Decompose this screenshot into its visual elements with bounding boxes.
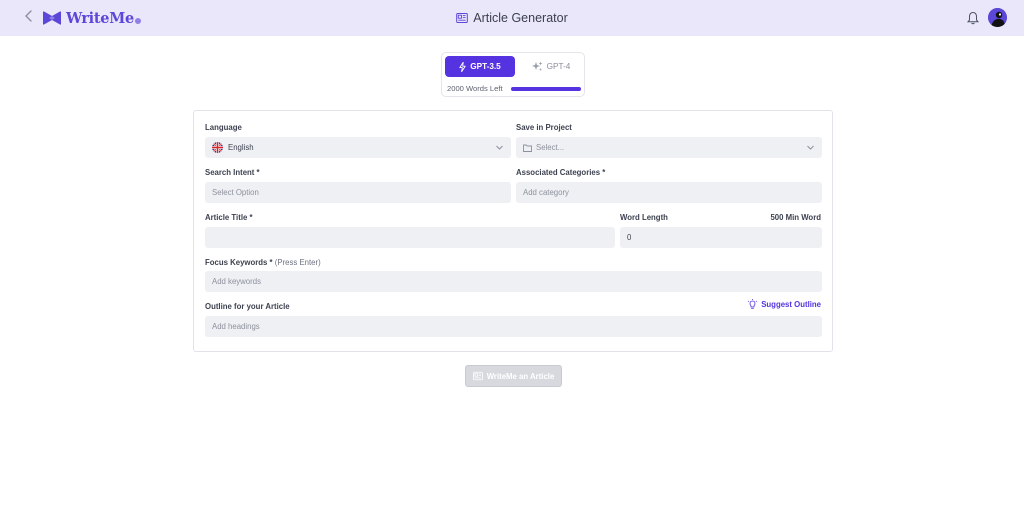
page-title-group: Article Generator	[0, 9, 1024, 27]
lightbulb-icon	[747, 299, 758, 309]
article-form-card: Language English Save in Project Select.…	[193, 110, 833, 352]
bolt-icon	[459, 61, 466, 72]
bell-icon[interactable]	[967, 11, 979, 25]
focus-keywords-placeholder: Add keywords	[212, 277, 261, 286]
tab-gpt-3-5[interactable]: GPT-3.5	[445, 56, 515, 77]
tab-gpt-3-5-label: GPT-3.5	[470, 62, 501, 71]
folder-icon	[523, 144, 532, 152]
words-left-progress-bar	[511, 87, 581, 91]
min-word-note: 500 Min Word	[770, 213, 821, 222]
focus-keywords-label: Focus Keywords * (Press Enter)	[205, 258, 321, 267]
suggest-outline-label: Suggest Outline	[761, 300, 821, 309]
article-icon	[472, 371, 483, 381]
writeme-article-button[interactable]: WriteMe an Article	[465, 365, 562, 387]
associated-categories-label: Associated Categories *	[516, 168, 606, 177]
categories-placeholder: Add category	[523, 188, 569, 197]
focus-keywords-hint: (Press Enter)	[274, 258, 321, 267]
search-intent-placeholder: Select Option	[212, 188, 259, 197]
project-select[interactable]: Select...	[516, 137, 822, 158]
page-title: Article Generator	[473, 11, 568, 25]
outline-placeholder: Add headings	[212, 322, 260, 331]
focus-keywords-label-text: Focus Keywords *	[205, 258, 273, 267]
language-select[interactable]: English	[205, 137, 511, 158]
outline-input[interactable]: Add headings	[205, 316, 822, 337]
project-placeholder: Select...	[536, 143, 565, 152]
word-length-value: 0	[627, 233, 632, 242]
article-title-input[interactable]	[205, 227, 615, 248]
word-length-label: Word Length	[620, 213, 668, 222]
word-length-input[interactable]: 0	[620, 227, 822, 248]
language-label: Language	[205, 123, 242, 132]
categories-input[interactable]: Add category	[516, 182, 822, 203]
words-left-text: 2000 Words Left	[447, 84, 503, 93]
outline-label: Outline for your Article	[205, 302, 290, 311]
model-selector: GPT-3.5 GPT-4 2000 Words Left	[441, 52, 585, 97]
focus-keywords-input[interactable]: Add keywords	[205, 271, 822, 292]
user-avatar[interactable]	[988, 8, 1007, 27]
chevron-down-icon	[496, 145, 503, 150]
article-title-label: Article Title *	[205, 213, 253, 222]
search-intent-select[interactable]: Select Option	[205, 182, 511, 203]
sparkle-icon	[531, 61, 543, 71]
tab-gpt-4[interactable]: GPT-4	[521, 56, 581, 77]
save-in-project-label: Save in Project	[516, 123, 572, 132]
search-intent-label: Search Intent *	[205, 168, 260, 177]
top-header: WriteMe Article Generator	[0, 0, 1024, 36]
suggest-outline-button[interactable]: Suggest Outline	[747, 299, 821, 310]
chevron-down-icon	[807, 145, 814, 150]
language-value: English	[228, 143, 254, 152]
uk-flag-icon	[212, 142, 223, 153]
article-icon	[456, 13, 469, 23]
tab-gpt-4-label: GPT-4	[546, 62, 571, 71]
writeme-article-label: WriteMe an Article	[486, 371, 555, 381]
